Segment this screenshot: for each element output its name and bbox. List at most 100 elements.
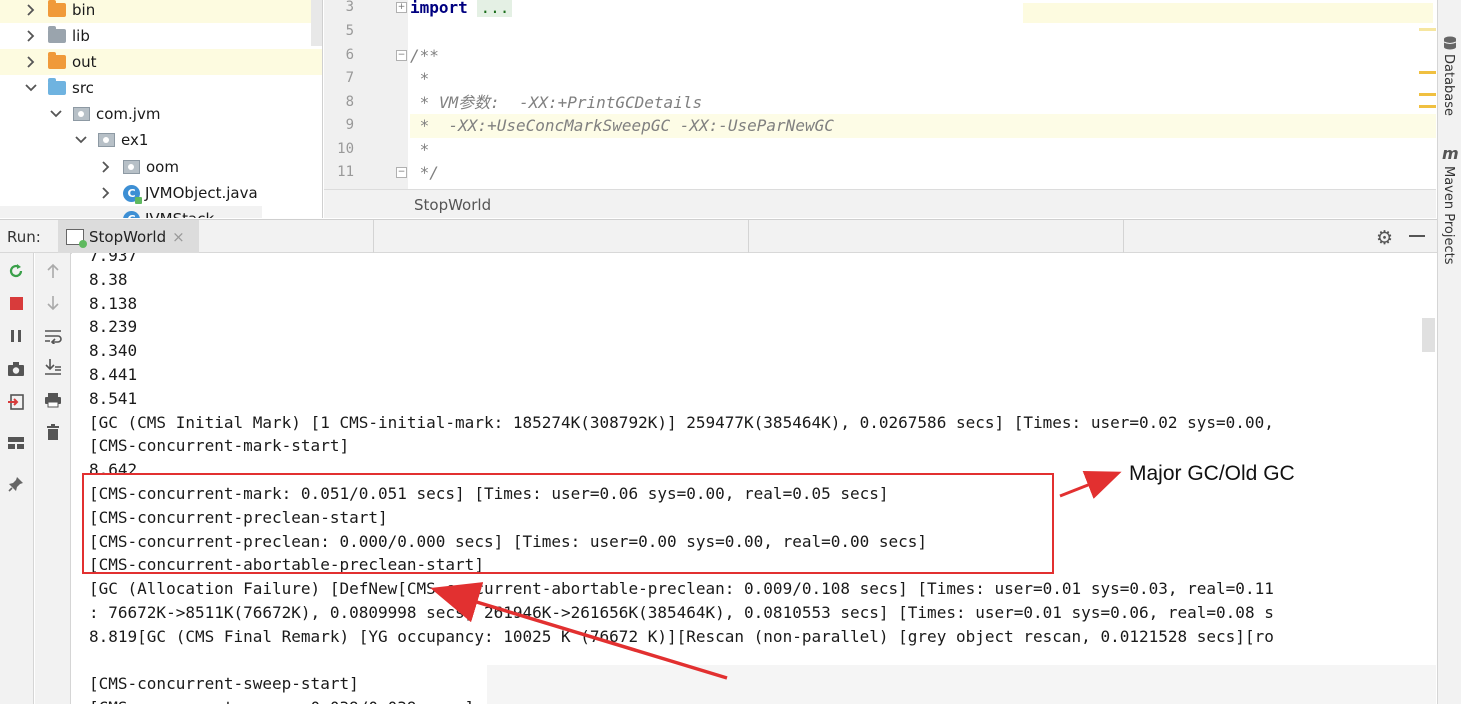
trash-icon[interactable] [41, 420, 65, 444]
code-editor[interactable]: 3 +5 6 − 7 8 9 10 11 − import ... /** * * VM参数: -X… [324, 0, 1436, 218]
tree-item[interactable]: bin [0, 0, 322, 23]
minimize-icon[interactable] [1409, 235, 1425, 237]
code-line[interactable]: * [410, 67, 1436, 91]
rerun-icon[interactable] [4, 259, 28, 283]
maven-tool-button[interactable]: Maven Projects [1441, 166, 1456, 265]
code-line[interactable]: * [410, 138, 1436, 162]
ide-window: bin lib out src com.jvm ex1 oom C JVMObject.java… [0, 0, 1461, 704]
console-line: 8.541 [89, 388, 138, 408]
run-config-icon [66, 229, 87, 248]
tree-item[interactable]: lib [0, 23, 322, 49]
code-line[interactable] [410, 20, 1436, 44]
run-label: Run: [7, 228, 41, 246]
chevron-right-icon[interactable] [99, 186, 113, 200]
header-divider [1123, 220, 1124, 254]
header-divider [748, 220, 749, 254]
code-line[interactable]: import ... [410, 0, 1436, 20]
package-icon [73, 107, 90, 121]
tree-item[interactable]: out [0, 49, 322, 75]
stop-icon[interactable] [4, 291, 28, 315]
fold-toggle-icon[interactable]: − [396, 167, 407, 178]
console-line: 8.819[GC (CMS Final Remark) [YG occupanc… [89, 626, 1274, 646]
import-icon[interactable] [4, 390, 28, 414]
folder-orange-icon [48, 0, 66, 17]
chevron-down-icon[interactable] [24, 81, 38, 95]
tree-item-label: lib [72, 27, 90, 45]
console-line: [GC (CMS Initial Mark) [1 CMS-initial-ma… [89, 412, 1274, 432]
database-tool-button[interactable]: Database [1441, 54, 1456, 116]
close-icon[interactable]: × [172, 228, 185, 246]
pause-icon[interactable] [4, 324, 28, 348]
run-toolbar-secondary [35, 253, 71, 704]
code-line[interactable]: /** [410, 44, 1436, 68]
line-number: 5 [345, 23, 354, 39]
fold-toggle-icon[interactable]: + [396, 2, 407, 13]
layout-icon[interactable] [4, 431, 28, 455]
chevron-down-icon[interactable] [49, 107, 63, 121]
tree-item-label: bin [72, 1, 96, 19]
chevron-down-icon[interactable] [74, 133, 88, 147]
tree-item[interactable]: C JVMObject.java [0, 180, 322, 206]
scroll-to-end-icon[interactable] [41, 355, 65, 379]
tree-item-label: JVMObject.java [145, 184, 258, 202]
run-tab-stopworld[interactable]: StopWorld × [58, 220, 199, 254]
tree-item[interactable]: src [0, 75, 322, 101]
run-toolbar-primary [0, 253, 34, 704]
console-line: : 76672K->8511K(76672K), 0.0809998 secs]… [89, 603, 1274, 622]
line-number: 3 [345, 0, 354, 15]
arrow-down-icon[interactable] [41, 291, 65, 315]
soft-wrap-icon[interactable] [41, 324, 65, 348]
editor-breadcrumb-bar: StopWorld [324, 189, 1436, 218]
annotation-highlight-box [82, 473, 1054, 574]
line-number: 10 [337, 141, 354, 157]
error-stripe[interactable] [1419, 0, 1436, 189]
tree-item-label: oom [146, 158, 179, 176]
tree-item[interactable]: ex1 [0, 127, 322, 153]
console-line: 8.340 [89, 341, 138, 361]
tree-scrollbar[interactable] [311, 0, 322, 46]
console-line: 8.138 [89, 293, 138, 313]
code-line[interactable]: */ [410, 161, 1436, 185]
console-line: [CMS-concurrent-mark-start] [89, 436, 350, 456]
package-icon [123, 160, 140, 174]
console-line: 8.38 [89, 269, 128, 289]
camera-icon[interactable] [4, 357, 28, 381]
chevron-right-icon[interactable] [24, 3, 38, 17]
console-line: 7.937 [89, 253, 138, 265]
console-overlay [487, 665, 1436, 704]
gear-icon[interactable]: ⚙ [1376, 227, 1393, 249]
folder-orange-icon [48, 52, 66, 69]
code-line[interactable]: * VM参数: -XX:+PrintGCDetails [410, 91, 1436, 115]
fold-toggle-icon[interactable]: − [396, 50, 407, 61]
java-class-icon: C [123, 210, 140, 218]
editor-breadcrumb[interactable]: StopWorld [414, 196, 491, 214]
line-number: 9 [345, 117, 354, 133]
database-icon [1443, 36, 1457, 50]
project-tree: bin lib out src com.jvm ex1 oom C JVMObject.java… [0, 0, 323, 218]
pin-icon[interactable] [4, 472, 28, 496]
line-number: 8 [345, 94, 354, 110]
console-line: [GC (Allocation Failure) [DefNew[CMS-con… [89, 579, 1274, 599]
stripe-marker[interactable] [1419, 71, 1436, 74]
code-line[interactable]: * -XX:+UseConcMarkSweepGC -XX:-UseParNew… [410, 114, 1436, 138]
chevron-right-icon[interactable] [99, 160, 113, 174]
tree-item[interactable]: com.jvm [0, 101, 322, 127]
console-scrollbar[interactable] [1422, 318, 1435, 352]
console-line: 8.239 [89, 317, 138, 337]
stripe-marker[interactable] [1419, 28, 1436, 31]
right-tool-strip: Database m Maven Projects [1437, 0, 1461, 704]
line-number: 11 [337, 164, 354, 180]
tree-item[interactable]: oom [0, 154, 322, 180]
chevron-right-icon[interactable] [24, 55, 38, 69]
tree-item[interactable]: C JVMStack [0, 206, 262, 218]
chevron-right-icon[interactable] [24, 29, 38, 43]
print-icon[interactable] [41, 388, 65, 412]
console-line: 8.441 [89, 365, 138, 384]
stripe-marker[interactable] [1419, 93, 1436, 96]
header-divider [373, 220, 374, 254]
stripe-marker[interactable] [1419, 105, 1436, 108]
console-line: [CMS-concurrent-sweep-start] [89, 674, 359, 694]
tree-item-label: com.jvm [96, 105, 161, 123]
arrow-up-icon[interactable] [41, 259, 65, 283]
